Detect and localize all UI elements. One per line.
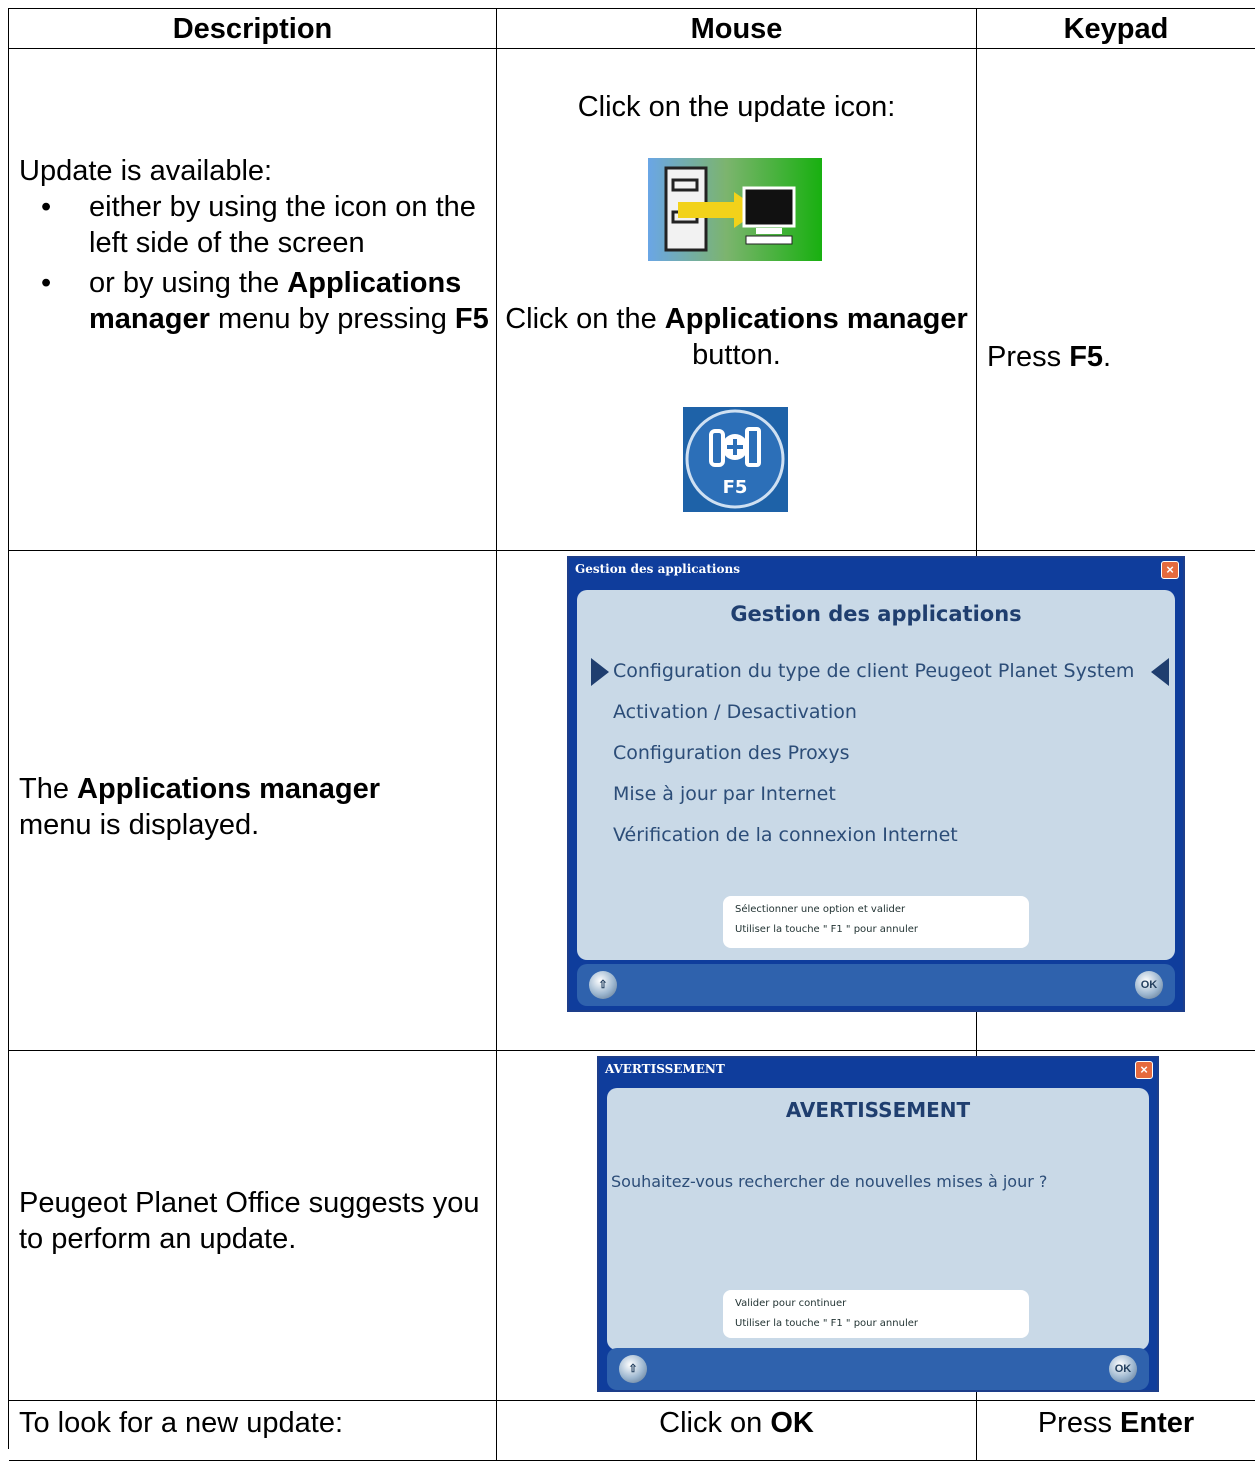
menu-item-activation[interactable]: Activation / Desactivation [613,701,857,723]
row4-keypad: Press Enter [977,1401,1255,1461]
update-question: Souhaitez-vous rechercher de nouvelles m… [611,1172,1048,1191]
dialog-body: Gestion des applications Configuration d… [577,590,1175,960]
update-intro: Update is available: [19,155,273,187]
back-button[interactable]: ⇧ [619,1355,647,1383]
update-options-list: either by using the icon on the left sid… [19,189,489,337]
update-icon[interactable] [648,158,822,261]
menu-item-proxy-config[interactable]: Configuration des Proxys [613,742,850,764]
ok-button[interactable]: OK [1109,1355,1137,1383]
list-item: or by using the Applications manager men… [41,265,489,337]
header-keypad: Keypad [977,9,1255,49]
hint-box: Valider pour continuer Utiliser la touch… [723,1290,1029,1338]
hint-box: Sélectionner une option et valider Utili… [723,896,1029,948]
header-mouse: Mouse [497,9,977,49]
dialog-footer: ⇧ OK [607,1348,1149,1390]
selection-arrow-left-icon [591,658,609,686]
ok-button[interactable]: OK [1135,971,1163,999]
row2-description: The Applications manager menu is display… [9,551,497,1051]
header-description: Description [9,9,497,49]
close-button[interactable]: × [1135,1061,1153,1079]
row4-mouse: Click on OK [497,1401,977,1461]
row1-keypad: Press F5. [977,49,1255,551]
row4-description: To look for a new update: [9,1401,497,1461]
applications-manager-dialog: Gestion des applications × Gestion des a… [567,556,1185,1012]
back-button[interactable]: ⇧ [589,971,617,999]
dialog-footer: ⇧ OK [577,964,1175,1006]
applications-manager-f5-icon[interactable]: F5 [683,407,788,512]
svg-text:F5: F5 [723,477,748,498]
mouse-instruction-update: Click on the update icon: [577,91,896,123]
mouse-instruction-apps: Click on the Applications manager button… [505,303,968,371]
dialog-body: AVERTISSEMENT Souhaitez-vous rechercher … [607,1088,1149,1350]
keypad-instruction: Press F5. [987,341,1112,373]
menu-item-connection-check[interactable]: Vérification de la connexion Internet [613,824,958,846]
row3-description: Peugeot Planet Office suggests you to pe… [9,1051,497,1401]
selection-arrow-right-icon [1151,658,1169,686]
warning-dialog: AVERTISSEMENT × AVERTISSEMENT Souhaitez-… [597,1056,1159,1392]
dialog-heading: Gestion des applications [730,602,1022,626]
row1-description: Update is available: either by using the… [9,49,497,551]
dialog-titlebar: Gestion des applications [575,562,740,576]
dialog-heading: AVERTISSEMENT [785,1098,971,1122]
close-button[interactable]: × [1161,561,1179,579]
menu-item-internet-update[interactable]: Mise à jour par Internet [613,783,836,805]
menu-item-client-config[interactable]: Configuration du type de client Peugeot … [613,660,1134,682]
dialog-titlebar: AVERTISSEMENT [605,1062,725,1076]
list-item: either by using the icon on the left sid… [41,189,489,261]
